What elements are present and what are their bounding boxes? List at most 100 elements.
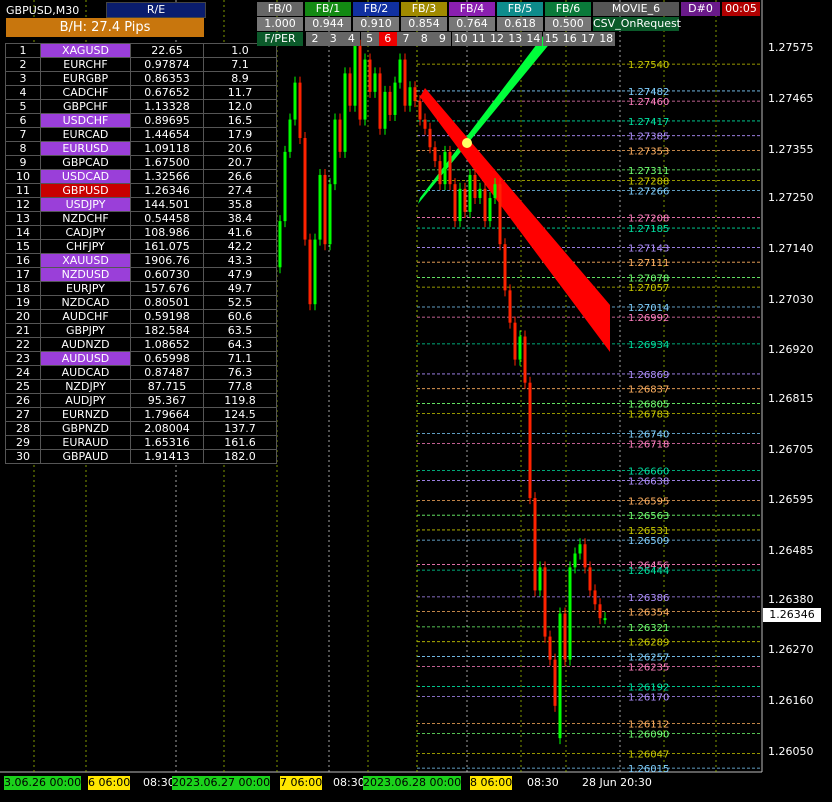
period-cell[interactable]: 15 [542, 32, 561, 46]
period-cell[interactable]: 5 [360, 32, 379, 46]
time-tick-label: 7 06:00 [280, 776, 323, 790]
fib-level-label: 1.26321 [628, 623, 669, 634]
pair-row[interactable]: 4 CADCHF 0.67652 11.7 [5, 85, 277, 100]
pair-symbol[interactable]: EURGBP [40, 71, 131, 86]
pair-row[interactable]: 19 NZDCAD 0.80501 52.5 [5, 295, 277, 310]
pair-row[interactable]: 5 GBPCHF 1.13328 12.0 [5, 99, 277, 114]
pair-symbol[interactable]: USDCHF [40, 113, 131, 128]
pair-row[interactable]: 14 CADJPY 108.986 41.6 [5, 225, 277, 240]
pair-row[interactable]: 24 AUDCAD 0.87487 76.3 [5, 365, 277, 380]
pair-row[interactable]: 28 GBPNZD 2.08004 137.7 [5, 421, 277, 436]
pair-symbol[interactable]: AUDCHF [40, 309, 131, 324]
pair-symbol[interactable]: NZDCHF [40, 211, 131, 226]
period-cell[interactable]: 14 [524, 32, 543, 46]
fib-button[interactable]: FB/1 [305, 2, 351, 16]
fib-button[interactable]: MOVIE_6 [593, 2, 679, 16]
pair-value: 11.7 [203, 85, 277, 100]
pair-row[interactable]: 10 USDCAD 1.32566 26.6 [5, 169, 277, 184]
pair-symbol[interactable]: USDJPY [40, 197, 131, 212]
pair-symbol[interactable]: AUDUSD [40, 351, 131, 366]
pair-row[interactable]: 18 EURJPY 157.676 49.7 [5, 281, 277, 296]
pair-row[interactable]: 17 NZDUSD 0.60730 47.9 [5, 267, 277, 282]
pair-row[interactable]: 3 EURGBP 0.86353 8.9 [5, 71, 277, 86]
fib-button[interactable]: FB/0 [257, 2, 303, 16]
pair-row[interactable]: 8 EURUSD 1.09118 20.6 [5, 141, 277, 156]
pair-symbol[interactable]: EURNZD [40, 407, 131, 422]
candle-body [578, 544, 582, 554]
period-cell[interactable]: 18 [597, 32, 616, 46]
candle-body [543, 567, 547, 637]
pair-row[interactable]: 2 EURCHF 0.97874 7.1 [5, 57, 277, 72]
pair-row[interactable]: 21 GBPJPY 182.584 63.5 [5, 323, 277, 338]
fib-button[interactable]: 00:05 [722, 2, 760, 16]
pair-price: 0.89695 [130, 113, 204, 128]
pair-symbol[interactable]: CADCHF [40, 85, 131, 100]
fib-button[interactable]: FB/5 [497, 2, 543, 16]
pair-symbol[interactable]: EURAUD [40, 435, 131, 450]
pair-row[interactable]: 9 GBPCAD 1.67500 20.7 [5, 155, 277, 170]
period-cell[interactable]: 3 [324, 32, 343, 46]
pair-row[interactable]: 16 XAUUSD 1906.76 43.3 [5, 253, 277, 268]
pair-symbol[interactable]: NZDUSD [40, 267, 131, 282]
pair-symbol[interactable]: AUDNZD [40, 337, 131, 352]
pair-symbol[interactable]: GBPAUD [40, 449, 131, 464]
fib-button[interactable]: D#0 [681, 2, 720, 16]
pair-row[interactable]: 1 XAGUSD 22.65 1.0 [5, 43, 277, 58]
re-button[interactable]: R/E [106, 2, 206, 18]
pair-symbol[interactable]: GBPUSD [40, 183, 131, 198]
pair-row[interactable]: 20 AUDCHF 0.59198 60.6 [5, 309, 277, 324]
period-cell[interactable]: 11 [469, 32, 488, 46]
pair-row[interactable]: 22 AUDNZD 1.08652 64.3 [5, 337, 277, 352]
price-tick-label: 1.26270 [768, 643, 814, 657]
pair-symbol[interactable]: CHFJPY [40, 239, 131, 254]
pair-symbol[interactable]: EURUSD [40, 141, 131, 156]
period-cell[interactable]: 2 [306, 32, 324, 46]
period-cell[interactable]: 10 [451, 32, 470, 46]
period-cell[interactable]: 4 [342, 32, 361, 46]
pair-index: 4 [5, 85, 41, 100]
pair-symbol[interactable]: EURCAD [40, 127, 131, 142]
pair-row[interactable]: 25 NZDJPY 87.715 77.8 [5, 379, 277, 394]
pair-symbol[interactable]: GBPCHF [40, 99, 131, 114]
pair-symbol[interactable]: NZDJPY [40, 379, 131, 394]
period-cell[interactable]: 6 [378, 32, 397, 46]
pair-row[interactable]: 27 EURNZD 1.79664 124.5 [5, 407, 277, 422]
pair-row[interactable]: 29 EURAUD 1.65316 161.6 [5, 435, 277, 450]
pair-row[interactable]: 15 CHFJPY 161.075 42.2 [5, 239, 277, 254]
period-cell[interactable]: 12 [488, 32, 506, 46]
pair-symbol[interactable]: GBPNZD [40, 421, 131, 436]
period-cell[interactable]: 17 [579, 32, 597, 46]
pair-symbol[interactable]: CADJPY [40, 225, 131, 240]
pair-row[interactable]: 7 EURCAD 1.44654 17.9 [5, 127, 277, 142]
pair-symbol[interactable]: EURCHF [40, 57, 131, 72]
period-cell[interactable]: 13 [506, 32, 525, 46]
period-cell[interactable]: 8 [415, 32, 434, 46]
pair-symbol[interactable]: XAUUSD [40, 253, 131, 268]
fib-button[interactable]: FB/3 [401, 2, 447, 16]
fib-button[interactable]: FB/4 [449, 2, 495, 16]
pair-symbol[interactable]: AUDJPY [40, 393, 131, 408]
pair-row[interactable]: 30 GBPAUD 1.91413 182.0 [5, 449, 277, 464]
period-cell[interactable]: 7 [397, 32, 415, 46]
pair-symbol[interactable]: AUDCAD [40, 365, 131, 380]
pair-row[interactable]: 23 AUDUSD 0.65998 71.1 [5, 351, 277, 366]
pair-row[interactable]: 26 AUDJPY 95.367 119.8 [5, 393, 277, 408]
pair-row[interactable]: 6 USDCHF 0.89695 16.5 [5, 113, 277, 128]
period-cell[interactable]: 9 [433, 32, 452, 46]
pair-row[interactable]: 13 NZDCHF 0.54458 38.4 [5, 211, 277, 226]
fib-button[interactable]: FB/6 [545, 2, 591, 16]
pair-symbol[interactable]: EURJPY [40, 281, 131, 296]
pair-row[interactable]: 12 USDJPY 144.501 35.8 [5, 197, 277, 212]
candle-body [353, 45, 357, 106]
pair-price: 0.54458 [130, 211, 204, 226]
pair-row[interactable]: 11 GBPUSD 1.26346 27.4 [5, 183, 277, 198]
pair-symbol[interactable]: XAGUSD [40, 43, 131, 58]
pair-symbol[interactable]: GBPCAD [40, 155, 131, 170]
pair-symbol[interactable]: GBPJPY [40, 323, 131, 338]
period-cell[interactable]: 16 [560, 32, 579, 46]
fib-level-label: 1.27266 [628, 187, 669, 198]
pair-symbol[interactable]: USDCAD [40, 169, 131, 184]
candle-body [603, 618, 607, 621]
pair-symbol[interactable]: NZDCAD [40, 295, 131, 310]
fib-button[interactable]: FB/2 [353, 2, 399, 16]
